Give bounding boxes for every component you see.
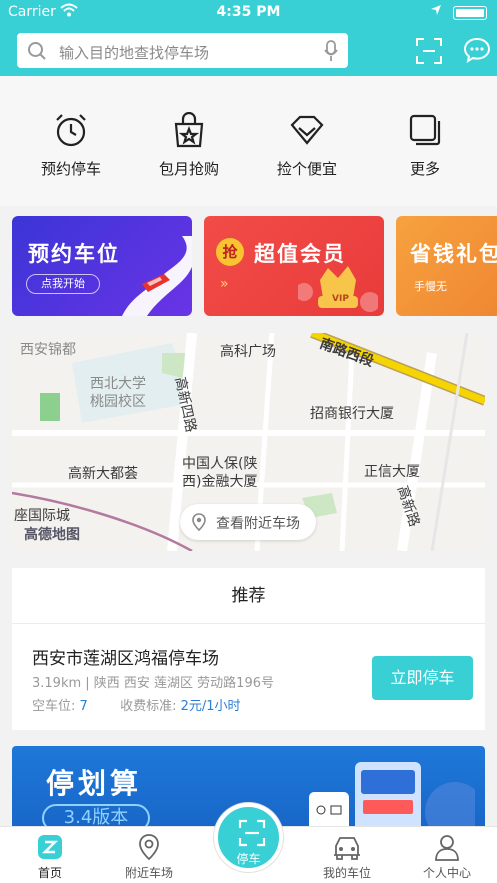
fee-value: 2元/1小时 [180,699,241,714]
map-label: 正信大厦 [364,464,420,480]
map-label: 西北大学 [90,376,146,392]
microphone-icon[interactable] [324,40,338,66]
view-nearby-button[interactable]: 查看附近车场 [180,504,316,540]
status-bar: Carrier 4:35 PM [0,0,497,24]
banner-title: 停划算 [46,767,143,800]
stacked-squares-icon [409,114,441,146]
map-view[interactable]: 西安锦都 高科广场 南路西段 西北大学 桃园校区 高新四路 招商银行大厦 中国人… [12,333,485,551]
parking-lot-address: 3.19km | 陕西 西安 莲湖区 劳动路196号 [32,676,274,691]
map-label: 高科广场 [220,344,276,360]
tab-profile[interactable]: 个人中心 [407,833,487,881]
home-icon [38,835,62,859]
vip-crown-illustration [298,266,378,312]
search-input[interactable]: 输入目的地查找停车场 [17,33,348,68]
map-label: 招商银行大厦 [310,406,394,422]
car-road-illustration [122,236,192,316]
park-now-button[interactable]: 立即停车 [372,656,473,700]
tab-label: 附近车场 [124,866,173,880]
tab-my-space[interactable]: 我的车位 [307,833,387,881]
parking-lot-name[interactable]: 西安市莲湖区鸿福停车场 [32,644,219,669]
double-chevron-icon: » [220,276,229,292]
map-label: 桃园校区 [90,394,146,410]
tab-label: 我的车位 [322,866,371,880]
battery-icon [453,6,487,20]
diamond-icon [290,115,324,145]
view-nearby-label: 查看附近车场 [216,516,300,532]
quick-action-label: 更多 [409,160,440,178]
promo-vip-member[interactable]: 抢 超值会员 » VIP [204,216,384,316]
promo-reserve-space[interactable]: 预约车位 点我开始 [12,216,192,316]
quick-action-label: 预约停车 [40,160,101,178]
map-label: 西)金融大厦 [182,474,258,490]
search-icon [27,41,47,65]
spaces-value: 7 [79,699,88,714]
amap-logo: 高德地图 [24,527,80,543]
tab-nearby-lots[interactable]: 附近车场 [109,833,189,881]
shopping-bag-star-icon [174,112,204,148]
quick-action-bargain[interactable]: 捡个便宜 [257,112,357,179]
recommend-header: 推荐 [12,568,485,624]
quick-action-reserve[interactable]: 预约停车 [21,112,121,179]
scan-icon[interactable] [416,38,442,68]
map-label: 座国际城 [14,508,70,524]
location-arrow-icon [430,4,442,20]
quick-actions: 预约停车 包月抢购 捡个便宜 更多 [0,76,497,206]
quick-action-monthly[interactable]: 包月抢购 [139,112,239,179]
quick-action-more[interactable]: 更多 [375,112,475,179]
tab-park[interactable]: 停车 [214,803,283,872]
alarm-clock-icon [56,114,86,147]
home-screen: Carrier 4:35 PM 输入目的地查找停车场 预约停车 包月抢购 捡个便… [0,0,497,883]
vip-tag: VIP [332,294,349,304]
promo-subtitle: 手慢无 [414,280,447,293]
location-pin-icon [139,834,159,861]
tab-home[interactable]: 首页 [10,833,90,881]
header: Carrier 4:35 PM 输入目的地查找停车场 [0,0,497,76]
scan-icon [238,819,266,847]
clock-time: 4:35 PM [216,4,281,20]
search-placeholder: 输入目的地查找停车场 [59,44,210,62]
car-icon [334,837,360,860]
map-label: 高新大都荟 [68,466,138,482]
promo-title: 省钱礼包 [410,242,497,266]
promo-start-button[interactable]: 点我开始 [26,274,100,294]
quick-action-label: 包月抢购 [158,160,219,178]
grab-badge: 抢 [216,238,244,266]
spaces-label: 空车位: [32,699,76,714]
quick-action-label: 捡个便宜 [276,160,337,178]
map-label: 中国人保(陕 [182,456,258,472]
tab-label: 个人中心 [422,866,471,880]
map-label: 西安锦都 [20,342,76,358]
recommend-card: 推荐 西安市莲湖区鸿福停车场 3.19km | 陕西 西安 莲湖区 劳动路196… [12,568,485,730]
tab-label: 停车 [236,852,261,866]
fee-label: 收费标准: [120,699,177,714]
promo-saving-gift[interactable]: 省钱礼包 手慢无 [396,216,497,316]
message-icon[interactable] [463,37,491,67]
tab-label: 首页 [37,866,62,880]
parking-lot-meta: 空车位: 7 收费标准: 2元/1小时 [32,695,241,714]
person-icon [435,835,459,861]
